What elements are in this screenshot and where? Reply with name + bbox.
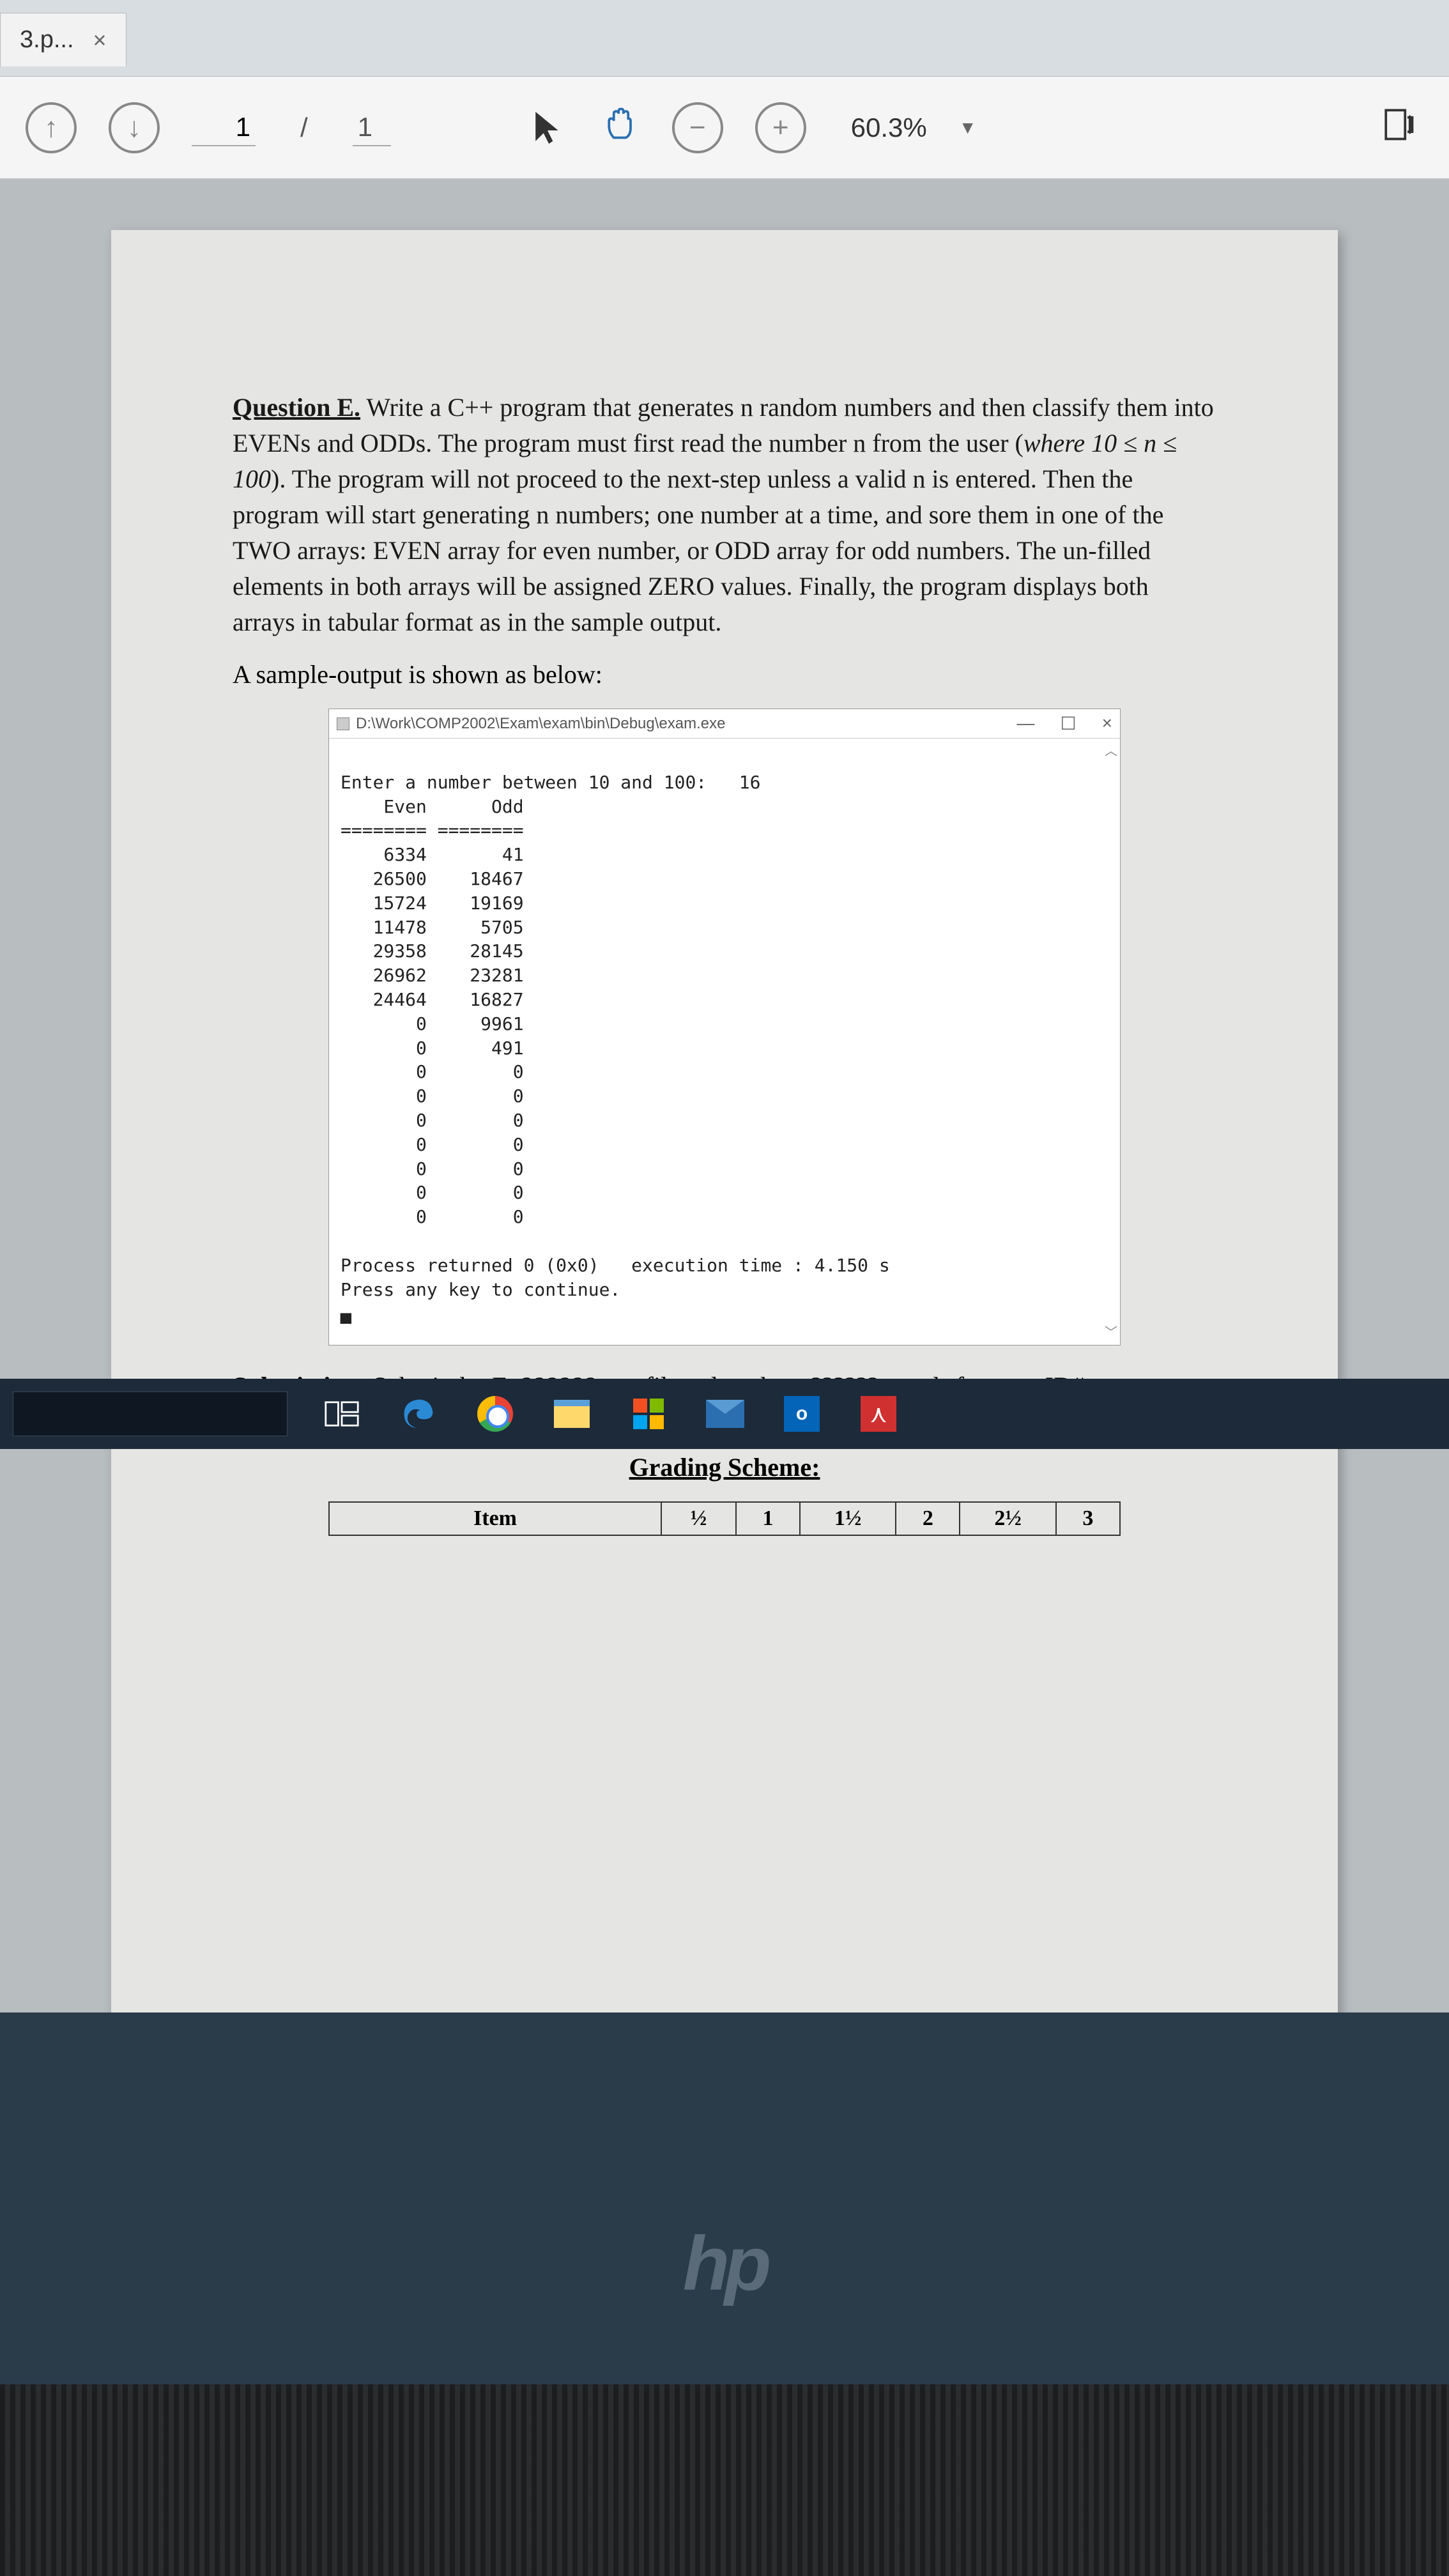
grading-scheme-title: Grading Scheme:	[233, 1452, 1216, 1482]
pdf-viewer-window: 3.p... × ↑ ↓ / 1 − + 60.3% ▼	[0, 0, 1449, 2012]
mail-icon[interactable]	[703, 1392, 747, 1436]
page-fit-icon[interactable]	[1379, 105, 1423, 150]
page-total: 1	[353, 109, 391, 146]
hp-logo: hp	[683, 2220, 767, 2308]
page-down-icon[interactable]: ↓	[109, 102, 160, 153]
monitor-screen: 3.p... × ↑ ↓ / 1 − + 60.3% ▼	[0, 0, 1449, 2012]
zoom-out-icon[interactable]: −	[672, 102, 723, 153]
console-output: ︿Enter a number between 10 and 100: 16 E…	[329, 739, 1120, 1345]
select-tool-icon[interactable]	[532, 109, 570, 147]
zoom-percentage: 60.3%	[851, 112, 927, 143]
zoom-in-icon[interactable]: +	[755, 102, 806, 153]
close-icon[interactable]: ×	[93, 27, 107, 54]
scroll-up-icon[interactable]: ︿	[1105, 742, 1117, 760]
microsoft-store-icon[interactable]	[626, 1392, 671, 1436]
table-header: Item	[329, 1502, 661, 1535]
edge-browser-icon[interactable]	[396, 1392, 441, 1436]
table-header: 2½	[960, 1502, 1055, 1535]
grading-table: Item ½ 1 1½ 2 2½ 3	[328, 1501, 1121, 1536]
minimize-icon[interactable]: —	[1017, 713, 1035, 734]
page-separator: /	[300, 112, 308, 143]
file-explorer-icon[interactable]	[549, 1392, 594, 1436]
table-header: 3	[1056, 1502, 1120, 1535]
sample-output-label: A sample-output is shown as below:	[233, 659, 1216, 689]
maximize-icon[interactable]: ☐	[1061, 713, 1077, 734]
pdf-content-area[interactable]: Question E. Write a C++ program that gen…	[0, 179, 1449, 2012]
pdf-toolbar: ↑ ↓ / 1 − + 60.3% ▼	[0, 77, 1449, 179]
taskbar-search[interactable]	[13, 1392, 288, 1436]
document-tab[interactable]: 3.p... ×	[0, 13, 126, 66]
console-title-text: D:\Work\COMP2002\Exam\exam\bin\Debug\exa…	[356, 715, 725, 733]
outlook-icon[interactable]: o	[779, 1392, 824, 1436]
keyboard-edge	[0, 2384, 1449, 2576]
close-icon[interactable]: ×	[1102, 713, 1112, 734]
table-row: Item ½ 1 1½ 2 2½ 3	[329, 1502, 1120, 1535]
question-text: Question E. Write a C++ program that gen…	[233, 390, 1216, 640]
zoom-dropdown-icon[interactable]: ▼	[959, 118, 977, 138]
table-header: 1½	[800, 1502, 896, 1535]
page-up-icon[interactable]: ↑	[26, 102, 77, 153]
task-view-icon[interactable]	[319, 1392, 364, 1436]
page-number-input[interactable]	[192, 109, 256, 146]
console-window: D:\Work\COMP2002\Exam\exam\bin\Debug\exa…	[328, 709, 1121, 1346]
tabs-bar: 3.p... ×	[0, 0, 1449, 77]
tab-title: 3.p...	[20, 26, 74, 54]
document-page: Question E. Write a C++ program that gen…	[111, 230, 1338, 2012]
table-header: ½	[661, 1502, 736, 1535]
table-header: 2	[896, 1502, 960, 1535]
acrobat-reader-icon[interactable]: ⋏	[856, 1392, 901, 1436]
question-label: Question E.	[233, 393, 360, 422]
console-titlebar: D:\Work\COMP2002\Exam\exam\bin\Debug\exa…	[329, 709, 1120, 739]
hand-tool-icon[interactable]	[602, 104, 640, 151]
chrome-browser-icon[interactable]	[473, 1392, 518, 1436]
table-header: 1	[736, 1502, 800, 1535]
console-icon	[337, 717, 349, 730]
scroll-down-icon[interactable]: ﹀	[1105, 1324, 1117, 1341]
windows-taskbar: o ⋏	[0, 1379, 1449, 1449]
